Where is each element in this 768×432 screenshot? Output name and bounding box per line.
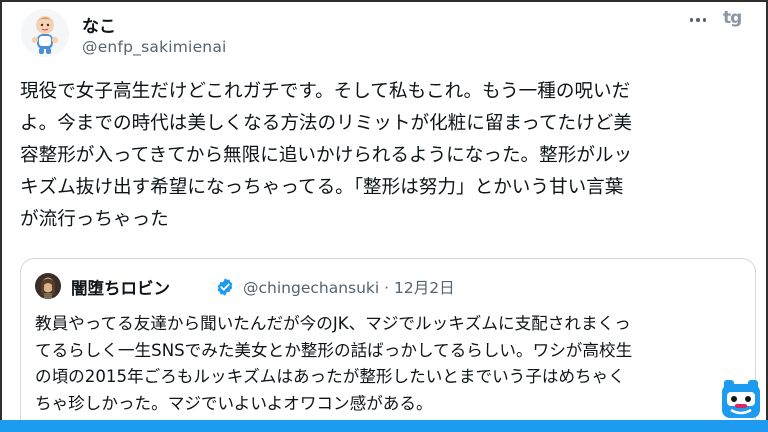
tweet-header: なこ @enfp_sakimienai tg: [20, 8, 752, 60]
quoted-tweet-text: 教員やってる友達から聞いたんだが今のJK、マジでルッキズムに支配されまくっ てる…: [35, 314, 633, 413]
quoted-author-name[interactable]: 闇堕ちロビン: [71, 275, 170, 299]
quoted-tweet-header: 闇堕ちロビン @chingechansuki · 12月2日: [35, 273, 735, 299]
tg-logo: tg: [723, 8, 742, 28]
quoted-author-handle-date[interactable]: @chingechansuki · 12月2日: [243, 276, 455, 298]
tweet-text: 現役で女子高生だけどこれガチです。そして私もこれ。もう一種の呪いだ よ。今までの…: [20, 81, 633, 230]
author-avatar[interactable]: [20, 8, 70, 58]
author-name[interactable]: なこ: [82, 12, 116, 37]
tweet-card: なこ @enfp_sakimienai tg 現役で女子高生だけどこれガチです。…: [0, 0, 768, 432]
mascot-logo-icon: [720, 378, 762, 420]
quoted-author-avatar[interactable]: [35, 273, 61, 299]
verified-badge-icon: [215, 277, 235, 297]
bottom-accent-bar: [0, 420, 768, 432]
quoted-tweet[interactable]: 闇堕ちロビン @chingechansuki · 12月2日 教員やってる友達か…: [20, 258, 756, 422]
more-horizontal-icon[interactable]: [685, 10, 711, 30]
author-handle[interactable]: @enfp_sakimienai: [82, 38, 227, 56]
